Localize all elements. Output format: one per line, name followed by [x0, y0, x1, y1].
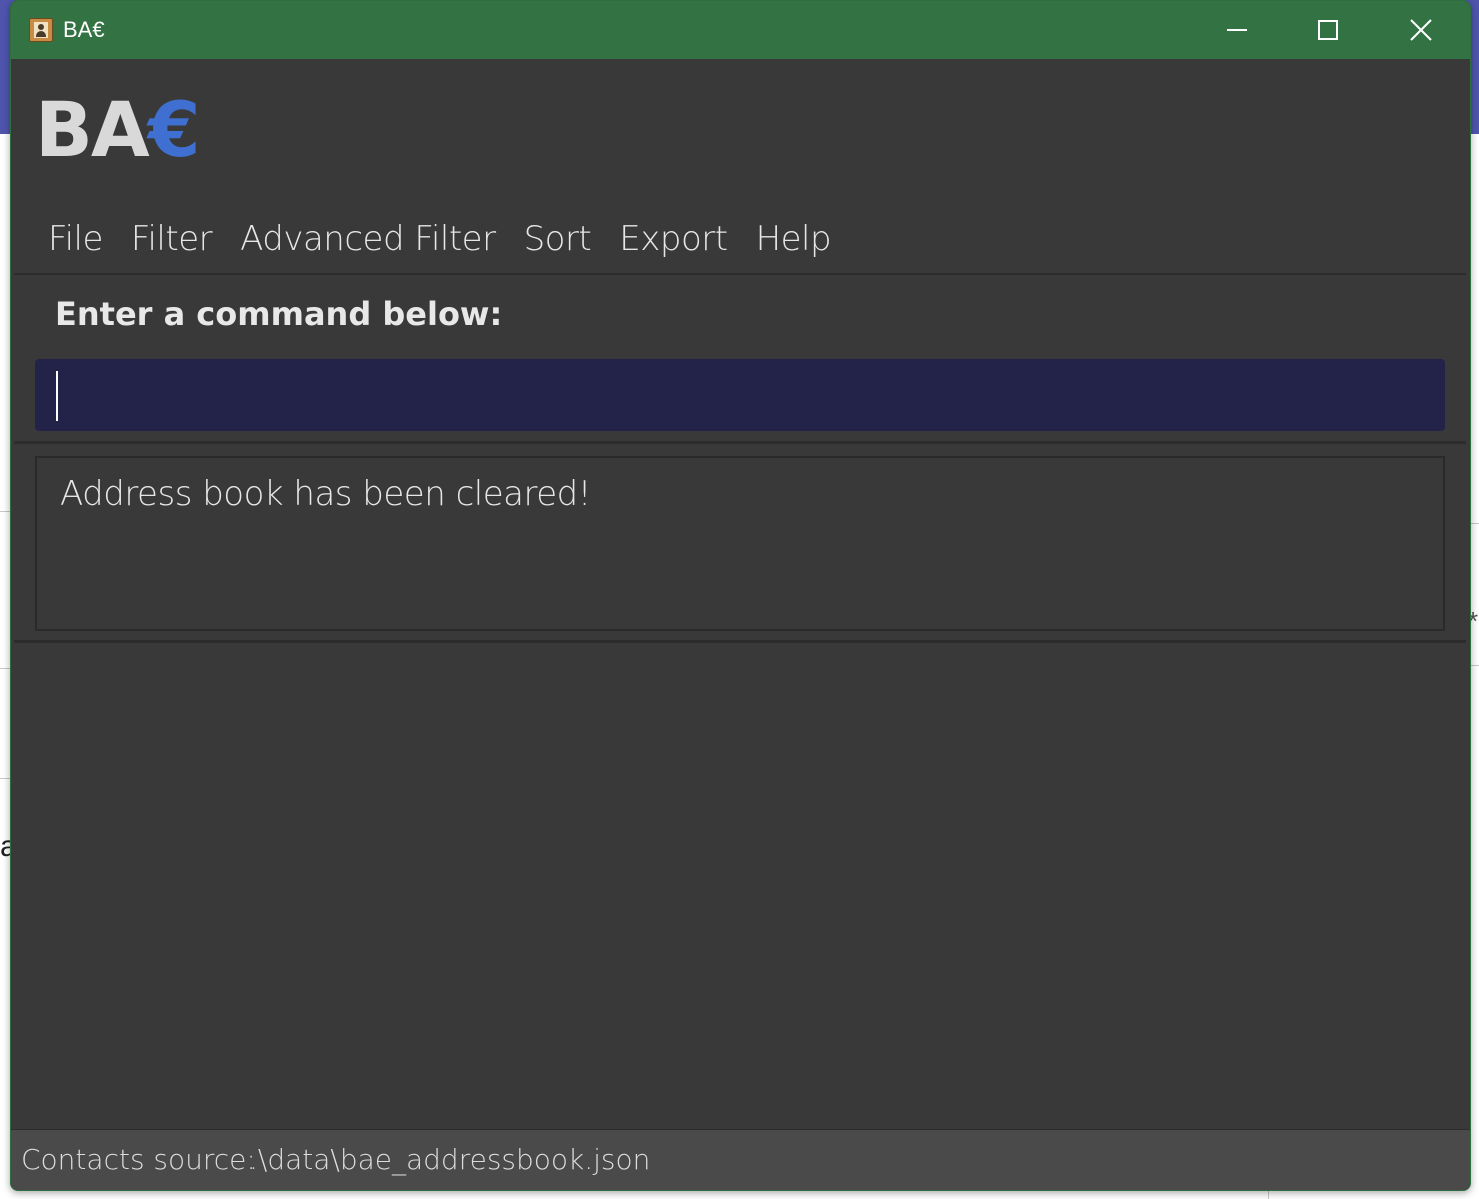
app-logo: BA€ — [35, 85, 201, 175]
background-divider — [0, 778, 10, 779]
maximize-icon — [1318, 20, 1338, 40]
menu-advanced-filter[interactable]: Advanced Filter — [240, 219, 496, 259]
close-button[interactable] — [1374, 1, 1466, 59]
command-input[interactable] — [35, 359, 1445, 431]
maximize-button[interactable] — [1282, 1, 1374, 59]
menu-export[interactable]: Export — [619, 219, 728, 259]
minimize-button[interactable] — [1191, 1, 1283, 59]
title-bar[interactable]: BA€ — [11, 1, 1470, 59]
menu-help[interactable]: Help — [756, 219, 832, 259]
status-label: Contacts source: — [21, 1143, 256, 1176]
app-window: BA€ BA€ File Filter Advanced Filter Sort… — [10, 0, 1471, 1191]
command-section: Enter a command below: — [14, 273, 1466, 441]
background-divider — [0, 511, 10, 512]
minimize-icon — [1227, 29, 1247, 31]
menu-filter[interactable]: Filter — [131, 219, 213, 259]
result-message: Address book has been cleared! — [60, 474, 591, 514]
status-bar: Contacts source: .\data\bae_addressbook.… — [11, 1129, 1470, 1190]
contacts-source-path: .\data\bae_addressbook.json — [249, 1143, 651, 1176]
menu-sort[interactable]: Sort — [524, 219, 592, 259]
background-divider — [0, 668, 10, 669]
command-label: Enter a command below: — [55, 295, 503, 333]
close-icon — [1410, 19, 1432, 41]
menu-bar: File Filter Advanced Filter Sort Export … — [11, 206, 1470, 272]
result-section: Address book has been cleared! — [14, 441, 1466, 643]
contact-list-panel[interactable] — [14, 643, 1466, 1129]
logo-text: BA — [35, 85, 150, 174]
result-display[interactable]: Address book has been cleared! — [35, 456, 1445, 631]
address-book-icon — [29, 18, 53, 42]
logo-accent: € — [147, 85, 201, 174]
text-caret — [56, 371, 58, 421]
window-title: BA€ — [63, 17, 105, 42]
menu-file[interactable]: File — [48, 219, 103, 259]
